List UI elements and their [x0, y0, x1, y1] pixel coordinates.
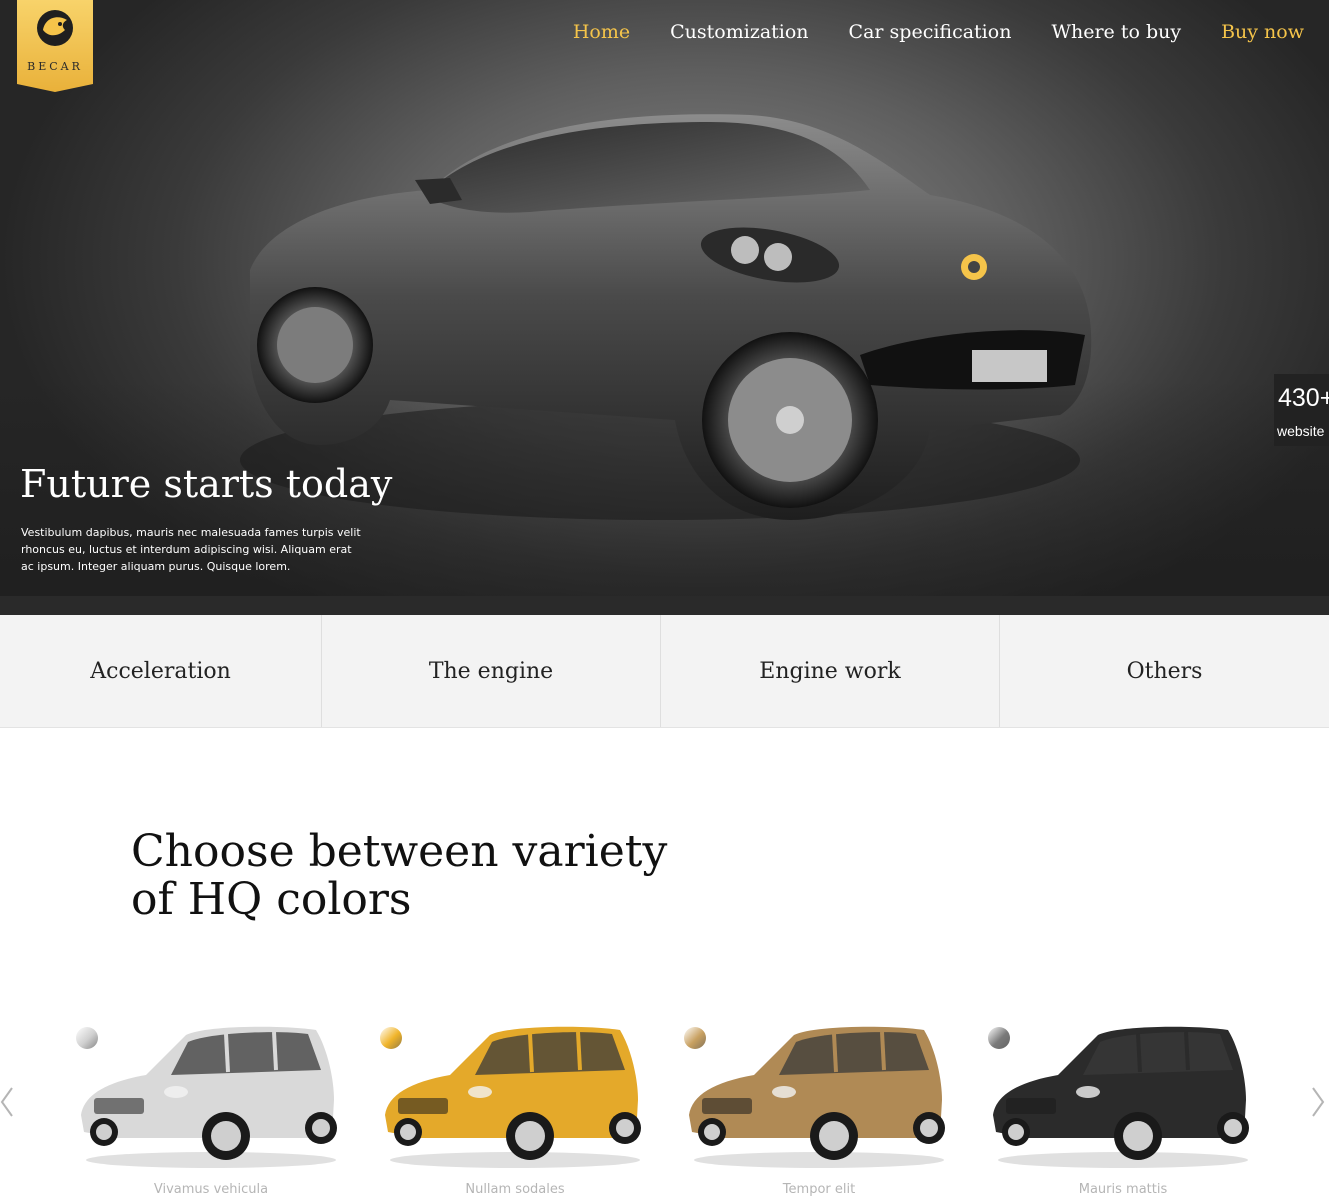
- tab-engine-work[interactable]: Engine work: [661, 615, 1000, 727]
- car-color-card[interactable]: Mauris mattis: [988, 1020, 1258, 1197]
- main-navigation: Home Customization Car specification Whe…: [533, 18, 1304, 46]
- color-swatch[interactable]: [684, 1027, 706, 1049]
- tab-the-engine[interactable]: The engine: [322, 615, 661, 727]
- hero-description: Vestibulum dapibus, mauris nec malesuada…: [21, 526, 361, 573]
- nav-item-where-to-buy[interactable]: Where to buy: [1051, 18, 1181, 46]
- car-color-name: Tempor elit: [782, 1182, 856, 1197]
- side-badge-number: 430+: [1278, 384, 1329, 412]
- becar-logo[interactable]: BECAR: [17, 0, 93, 92]
- carousel-next-arrow-icon[interactable]: [1307, 1084, 1327, 1120]
- car-image: [993, 1026, 1249, 1168]
- hero-title: Future starts today: [20, 462, 393, 506]
- car-color-name: Nullam sodales: [465, 1182, 565, 1197]
- color-swatch[interactable]: [988, 1027, 1010, 1049]
- nav-item-buy-now[interactable]: Buy now: [1221, 18, 1304, 46]
- feature-tabs: Acceleration The engine Engine work Othe…: [0, 615, 1329, 728]
- color-swatch[interactable]: [380, 1027, 402, 1049]
- hero-bottom-strip: [0, 596, 1329, 615]
- logo-badge-shape: [17, 0, 93, 92]
- car-color-name: Mauris mattis: [1078, 1182, 1168, 1197]
- car-color-card[interactable]: Vivamus vehicula: [76, 1020, 346, 1197]
- hero-section: BECAR Home Customization Car specificati…: [0, 0, 1329, 615]
- car-color-card[interactable]: Tempor elit: [684, 1020, 954, 1197]
- tab-acceleration[interactable]: Acceleration: [0, 615, 322, 727]
- carousel-prev-arrow-icon[interactable]: [0, 1084, 20, 1120]
- color-swatch[interactable]: [76, 1027, 98, 1049]
- side-counter-badge[interactable]: 430+ website: [1274, 374, 1329, 446]
- nav-item-customization[interactable]: Customization: [670, 18, 808, 46]
- nav-item-car-specification[interactable]: Car specification: [849, 18, 1012, 46]
- tab-others[interactable]: Others: [1000, 615, 1329, 727]
- car-color-name: Vivamus vehicula: [153, 1182, 269, 1197]
- car-image: [385, 1026, 641, 1168]
- nav-item-home[interactable]: Home: [573, 18, 630, 46]
- side-badge-label: website: [1277, 423, 1325, 439]
- car-color-card[interactable]: Nullam sodales: [380, 1020, 650, 1197]
- car-image: [689, 1026, 945, 1168]
- logo-text: BECAR: [27, 60, 83, 73]
- colors-section-title: Choose between variety of HQ colors: [131, 826, 668, 925]
- car-image: [81, 1026, 337, 1168]
